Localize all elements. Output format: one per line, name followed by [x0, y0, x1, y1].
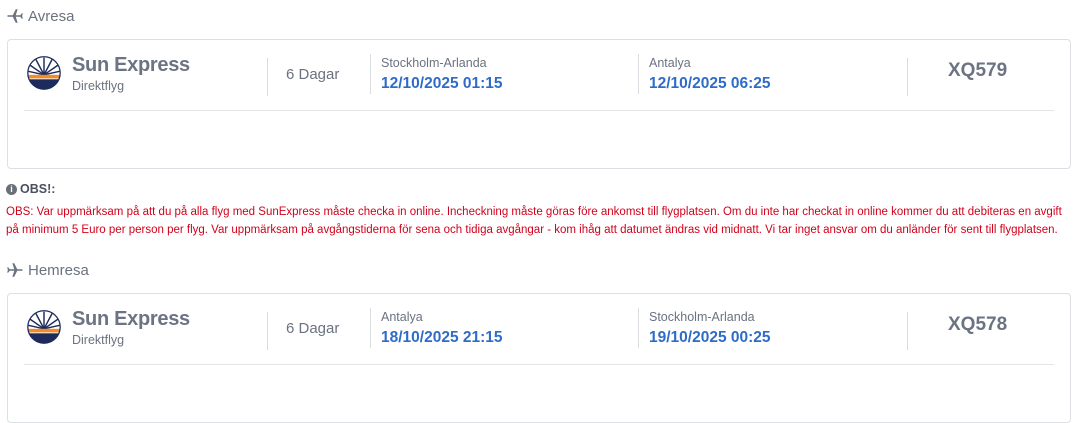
divider: [907, 312, 908, 350]
airline-name: Sun Express: [72, 308, 190, 330]
return-flight-row: Sun Express Direktflyg 6 Dagar Antalya 1…: [24, 294, 1056, 360]
flight-number: XQ579: [948, 60, 1008, 81]
divider: [370, 308, 371, 348]
divider: [267, 58, 268, 96]
notice-title: i OBS!:: [6, 182, 55, 196]
divider: [638, 54, 639, 94]
arrival-place: Antalya: [649, 56, 691, 70]
outbound-section-title: Avresa: [6, 7, 74, 25]
departure-place: Stockholm-Arlanda: [381, 56, 487, 70]
return-section-label: Hemresa: [28, 261, 89, 279]
departure-datetime: 18/10/2025 21:15: [381, 329, 503, 346]
sunexpress-logo: [27, 310, 61, 344]
flight-type: Direktflyg: [72, 333, 125, 347]
flight-number: XQ578: [948, 314, 1008, 335]
notice-text: OBS: Var uppmärksam på att du på alla fl…: [6, 206, 1062, 236]
trip-duration: 6 Dagar: [286, 66, 340, 83]
divider: [907, 58, 908, 96]
arrival-datetime: 12/10/2025 06:25: [649, 75, 771, 92]
sunexpress-logo: [27, 56, 61, 90]
airline-name: Sun Express: [72, 54, 190, 76]
divider: [638, 308, 639, 348]
flight-type: Direktflyg: [72, 79, 125, 93]
notice-title-text: OBS!:: [20, 182, 56, 196]
arrival-datetime: 19/10/2025 00:25: [649, 329, 771, 346]
departure-place: Antalya: [381, 310, 423, 324]
trip-duration: 6 Dagar: [286, 320, 340, 337]
return-section-title: Hemresa: [6, 261, 89, 279]
plane-departure-icon: [7, 9, 23, 23]
return-flight-card: Sun Express Direktflyg 6 Dagar Antalya 1…: [7, 293, 1071, 423]
outbound-section-label: Avresa: [28, 7, 75, 25]
departure-datetime: 12/10/2025 01:15: [381, 75, 503, 92]
card-divider: [24, 110, 1054, 111]
info-icon: i: [6, 183, 17, 195]
card-divider: [24, 364, 1054, 365]
divider: [267, 312, 268, 350]
outbound-flight-row: Sun Express Direktflyg 6 Dagar Stockholm…: [24, 40, 1056, 106]
arrival-place: Stockholm-Arlanda: [649, 310, 755, 324]
divider: [370, 54, 371, 94]
outbound-flight-card: Sun Express Direktflyg 6 Dagar Stockholm…: [7, 39, 1071, 169]
plane-arrival-icon: [7, 263, 23, 277]
